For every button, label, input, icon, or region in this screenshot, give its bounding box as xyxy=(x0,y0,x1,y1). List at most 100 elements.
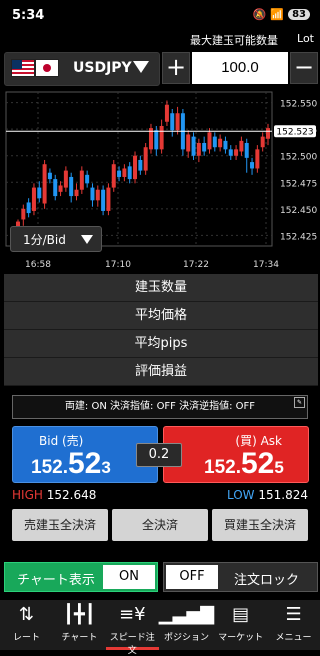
current-price-label: 152.523 xyxy=(276,127,313,137)
rate-icon: ⇅ xyxy=(18,604,34,625)
x-tick-label: 17:34 xyxy=(253,260,279,270)
nav-label: レート xyxy=(12,633,40,643)
order-settings-bar[interactable]: 両建: ON 決済指値: OFF 決済逆指値: OFF ✎ xyxy=(12,395,308,419)
candle-body xyxy=(175,113,180,131)
close-all-buy-button[interactable]: 買建玉全決済 xyxy=(212,509,308,541)
top-labels: 最大建玉可能数量 Lot xyxy=(0,30,320,50)
candle-body xyxy=(79,170,84,190)
ask-price-fraction: 5 xyxy=(274,458,284,477)
candle-body xyxy=(218,138,223,148)
battery-icon: 83 xyxy=(288,9,310,20)
menu-icon: ☰ xyxy=(285,604,302,625)
candle-body xyxy=(196,142,201,156)
ask-buy-button[interactable]: (買) Ask 152.525 xyxy=(163,426,309,483)
decrease-qty-button[interactable]: − xyxy=(290,52,318,84)
quantity-stepper: + 100.0 − xyxy=(162,52,318,84)
nav-item-market[interactable]: ▤ マーケット xyxy=(214,600,267,650)
y-tick-label: 152.425 xyxy=(280,232,317,242)
nav-item-position[interactable]: ▁▃▅▇ ポジション xyxy=(159,600,214,650)
candle-body xyxy=(234,149,239,156)
bid-price-pips: 52 xyxy=(67,447,102,480)
candle-body xyxy=(255,149,260,169)
candle-body xyxy=(244,142,249,158)
candle-body xyxy=(143,147,148,171)
info-row-average-price: 平均価格 xyxy=(4,302,318,330)
candle-body xyxy=(85,174,90,184)
timeframe-selector[interactable]: 1分/Bid xyxy=(10,226,102,252)
x-tick-label: 17:10 xyxy=(105,260,131,270)
order-lock-switch[interactable]: OFF xyxy=(166,565,218,589)
low-value: 151.824 xyxy=(258,488,308,502)
price-chart[interactable]: 152.550152.525152.500152.475152.450152.4… xyxy=(4,88,318,271)
position-icon: ▁▃▅▇ xyxy=(158,604,215,625)
info-row-average-pips: 平均pips xyxy=(4,330,318,358)
candle-body xyxy=(191,136,196,156)
candle-body xyxy=(26,202,31,214)
candle-body xyxy=(186,134,191,152)
bid-price-major: 152. xyxy=(31,457,68,478)
candle-body xyxy=(164,104,169,122)
candle-body xyxy=(127,166,132,180)
candle-body xyxy=(154,130,159,150)
quantity-input[interactable]: 100.0 xyxy=(192,52,288,84)
y-tick-label: 152.475 xyxy=(280,179,317,189)
nav-item-rate[interactable]: ⇅ レート xyxy=(0,600,53,650)
increase-qty-button[interactable]: + xyxy=(162,52,190,84)
nav-label: マーケット xyxy=(218,633,264,643)
chart-display-toggle[interactable]: チャート表示 ON xyxy=(4,562,158,592)
y-tick-label: 152.550 xyxy=(280,100,317,110)
order-settings-text: 両建: ON 決済指値: OFF 決済逆指値: OFF xyxy=(64,401,256,412)
candle-body xyxy=(239,140,244,152)
x-tick-label: 16:58 xyxy=(25,260,51,270)
dropdown-caret-icon xyxy=(81,235,93,244)
candle-body xyxy=(202,142,207,152)
order-lock-toggle[interactable]: OFF 注文ロック xyxy=(163,562,318,592)
candle-body xyxy=(63,170,68,188)
lot-label: Lot xyxy=(297,32,314,45)
candle-body xyxy=(58,185,63,192)
candle-body xyxy=(228,149,233,156)
chart-icon: ┃╋┃ xyxy=(63,604,96,625)
close-all-button[interactable]: 全決済 xyxy=(112,509,208,541)
candle-body xyxy=(212,136,217,148)
nav-label: メニュー xyxy=(275,633,312,643)
candle-body xyxy=(69,176,74,197)
edit-icon[interactable]: ✎ xyxy=(294,397,305,408)
chart-display-switch[interactable]: ON xyxy=(103,565,155,589)
bottom-nav: ⇅ レート ┃╋┃ チャート ≡¥ スピード注文 ▁▃▅▇ ポジション ▤ マー… xyxy=(0,600,320,656)
nav-label: スピード注文 xyxy=(109,633,155,656)
ask-price-pips: 52 xyxy=(240,447,275,480)
ask-price: 152.525 xyxy=(204,449,284,479)
candle-body xyxy=(101,189,106,211)
candle-body xyxy=(117,170,122,177)
y-tick-label: 152.450 xyxy=(280,206,317,216)
currency-pair-selector[interactable]: USDJPY xyxy=(4,52,160,86)
high-value: 152.648 xyxy=(46,488,97,502)
spread-badge: 0.2 xyxy=(136,443,182,467)
candle-body xyxy=(90,187,95,201)
nav-item-menu[interactable]: ☰ メニュー xyxy=(267,600,320,650)
candle-body xyxy=(21,208,26,220)
nav-item-chart[interactable]: ┃╋┃ チャート xyxy=(53,600,106,650)
candle-body xyxy=(31,187,36,211)
candle-body xyxy=(133,155,138,180)
speed-order-icon: ≡¥ xyxy=(119,604,146,625)
info-row-position-qty: 建玉数量 xyxy=(4,274,318,302)
nav-item-speed-order[interactable]: ≡¥ スピード注文 xyxy=(105,600,159,656)
jp-flag-icon xyxy=(35,59,59,77)
timeframe-label: 1分/Bid xyxy=(23,233,66,247)
market-icon: ▤ xyxy=(232,604,250,625)
candle-body xyxy=(122,168,127,177)
max-qty-label[interactable]: 最大建玉可能数量 xyxy=(190,32,278,48)
order-lock-label: 注文ロック xyxy=(234,573,300,588)
high-low-row: HIGH 152.648 LOW 151.824 xyxy=(12,488,308,504)
candle-body xyxy=(260,136,265,148)
status-time: 5:34 xyxy=(12,8,45,23)
y-tick-label: 152.500 xyxy=(280,153,317,163)
wifi-icon: 📶 xyxy=(270,8,285,21)
close-all-sell-button[interactable]: 売建玉全決済 xyxy=(12,509,108,541)
candle-body xyxy=(74,189,79,197)
candle-body xyxy=(250,162,255,169)
chart-display-label: チャート表示 xyxy=(17,573,95,588)
status-bar: 5:34 🔕 📶 83 xyxy=(0,0,320,30)
